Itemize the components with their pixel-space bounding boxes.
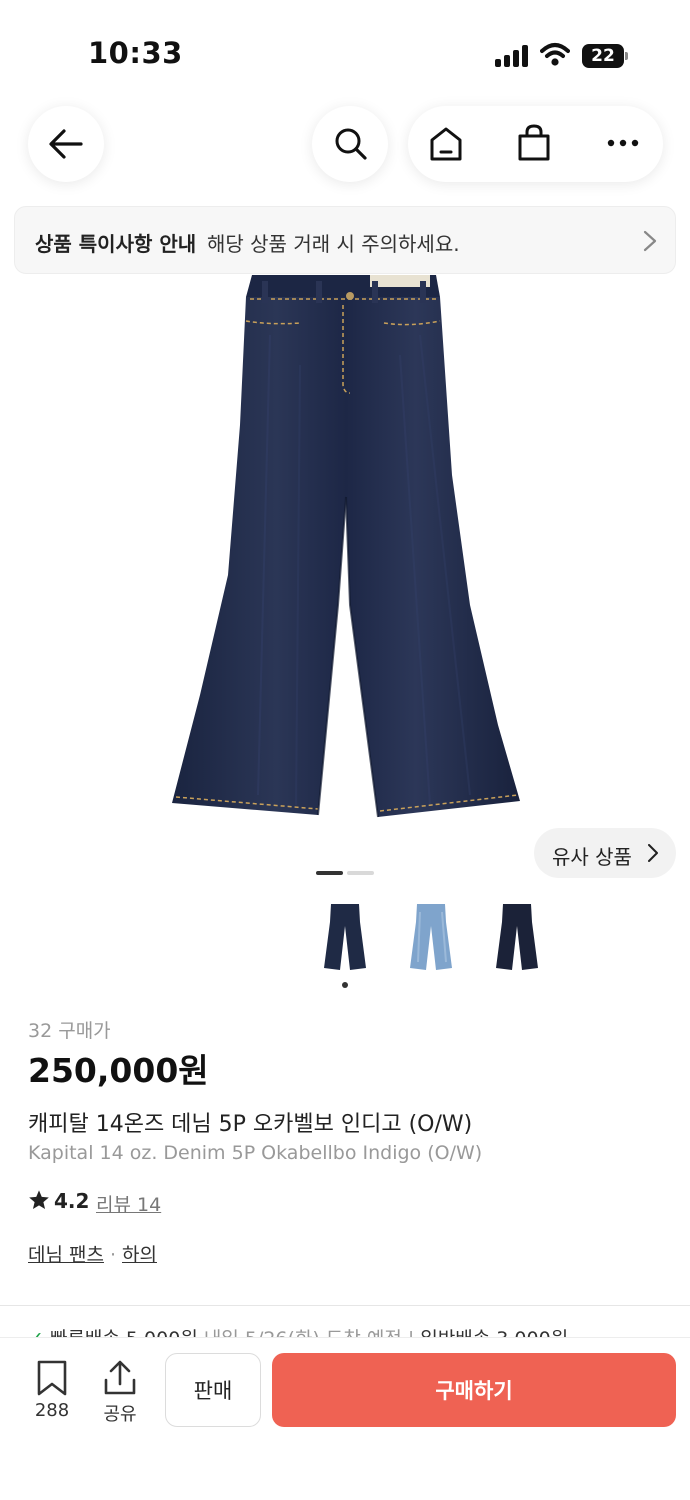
more-icon[interactable] (606, 138, 640, 148)
share-label: 공유 (103, 1404, 137, 1425)
product-price: 250,000원 (28, 1051, 209, 1090)
chevron-right-icon (648, 844, 658, 862)
thumbnail-selected-dot (342, 982, 348, 988)
battery-icon: 22 (582, 44, 628, 68)
back-arrow-icon (49, 129, 83, 159)
category-link-denim-pants[interactable]: 데님 팬츠 (28, 1244, 104, 1266)
buyer-count: 32 구매가 (28, 1020, 111, 1042)
back-button[interactable] (28, 106, 104, 182)
notice-text: 해당 상품 거래 시 주의하세요. (207, 232, 460, 256)
thumbnail-navy[interactable] (494, 902, 540, 972)
category-link-bottoms[interactable]: 하의 (122, 1244, 157, 1266)
product-title-ko: 캐피탈 14온즈 데님 5P 오카벨보 인디고 (O/W) (28, 1112, 473, 1137)
wifi-icon (540, 43, 570, 66)
share-icon (104, 1360, 136, 1395)
product-title-en: Kapital 14 oz. Denim 5P Okabellbo Indigo… (28, 1142, 483, 1164)
status-bar: 10:33 22 (0, 0, 690, 96)
chevron-right-icon (643, 230, 657, 252)
similar-products-button[interactable]: 유사 상품 (534, 828, 676, 878)
home-icon[interactable] (428, 126, 464, 162)
bookmark-button[interactable]: 288 (28, 1360, 76, 1424)
review-link[interactable]: 리뷰 14 (96, 1190, 161, 1217)
section-divider (0, 1305, 690, 1306)
product-image[interactable] (0, 275, 690, 865)
status-time: 10:33 (88, 36, 183, 70)
signal-icon (495, 45, 529, 67)
bookmark-icon (37, 1360, 67, 1396)
category-separator: · (109, 1244, 117, 1266)
search-button[interactable] (312, 106, 388, 182)
sell-button[interactable]: 판매 (165, 1353, 261, 1427)
similar-products-label: 유사 상품 (552, 845, 632, 869)
star-icon (29, 1190, 49, 1209)
nav-action-group (408, 106, 663, 182)
notice-title: 상품 특이사항 안내 (35, 232, 197, 256)
thumbnail-dark-indigo[interactable] (322, 902, 368, 972)
image-pager-active (316, 871, 343, 875)
battery-level: 22 (591, 46, 615, 66)
search-icon (335, 128, 367, 160)
image-pager-inactive (347, 871, 374, 875)
buy-button[interactable]: 구매하기 (272, 1353, 676, 1427)
shopping-bag-icon[interactable] (516, 124, 552, 162)
bookmark-count: 288 (34, 1400, 70, 1421)
rating-value: 4.2 (54, 1189, 90, 1213)
product-notice-banner[interactable]: 상품 특이사항 안내 해당 상품 거래 시 주의하세요. (14, 206, 676, 274)
thumbnail-light-wash[interactable] (408, 902, 454, 972)
share-button[interactable]: 공유 (96, 1360, 144, 1425)
category-breadcrumb: 데님 팬츠 · 하의 (28, 1240, 157, 1267)
